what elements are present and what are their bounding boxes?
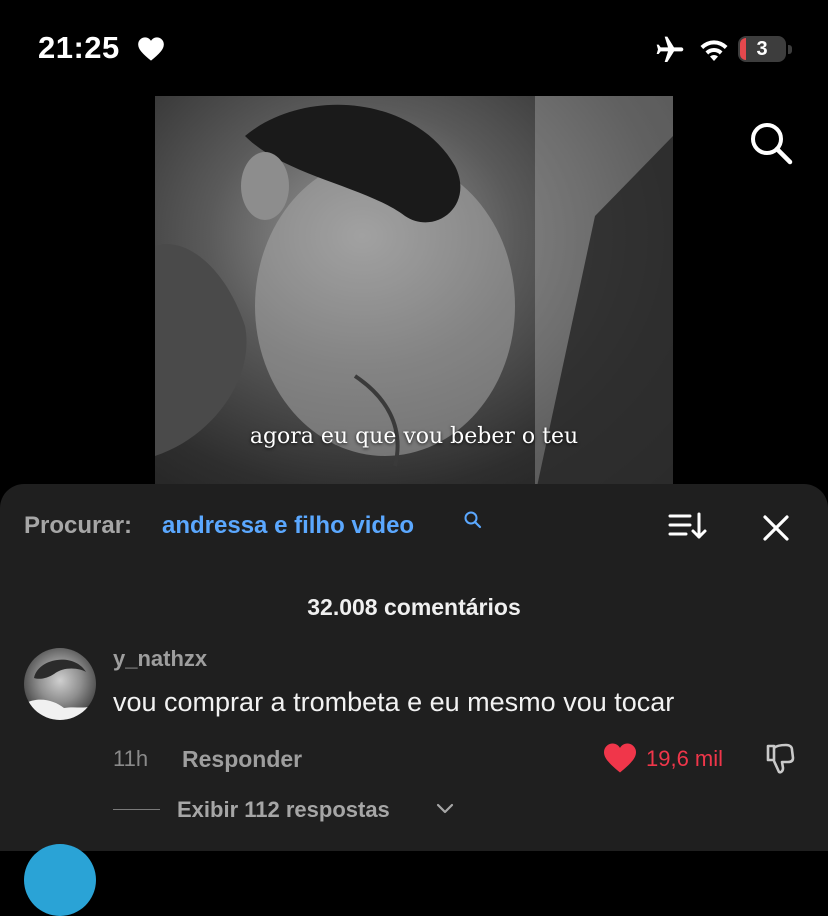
search-icon[interactable] — [748, 120, 794, 166]
status-time: 21:25 — [38, 30, 120, 65]
comment-count: 32.008 comentários — [307, 594, 521, 620]
view-replies-button[interactable]: Exibir 112 respostas — [177, 797, 390, 823]
video-caption: agora eu que vou beber o teu — [249, 424, 579, 449]
search-label: Procurar: — [24, 512, 133, 539]
battery-level: 3 — [756, 38, 768, 60]
avatar[interactable] — [24, 648, 96, 720]
video-player[interactable]: agora eu que vou beber o teu — [155, 96, 673, 496]
battery-icon: 3 — [738, 36, 792, 64]
search-icon[interactable] — [463, 510, 483, 530]
search-suggestion-link[interactable]: andressa e filho video — [162, 512, 414, 540]
like-count: 19,6 mil — [646, 746, 724, 771]
heart-icon — [138, 37, 164, 61]
comment-timestamp: 11h — [113, 746, 149, 771]
sort-icon[interactable] — [668, 510, 708, 542]
status-bar: 21:25 3 — [0, 0, 828, 96]
thumbs-down-icon[interactable] — [762, 740, 798, 776]
comments-panel: Procurar: andressa e filho video 32.008 … — [0, 484, 828, 916]
reply-button[interactable]: Responder — [182, 746, 302, 773]
comment-username[interactable]: y_nathzx — [113, 646, 207, 672]
close-icon[interactable] — [760, 512, 792, 544]
comment-text: vou comprar a trombeta e eu mesmo vou to… — [113, 687, 675, 717]
chevron-down-icon[interactable] — [436, 802, 454, 816]
avatar[interactable] — [24, 844, 96, 916]
replies-divider — [113, 809, 160, 810]
wifi-icon — [700, 40, 728, 61]
airplane-icon — [656, 36, 684, 62]
heart-icon[interactable] — [602, 742, 638, 774]
